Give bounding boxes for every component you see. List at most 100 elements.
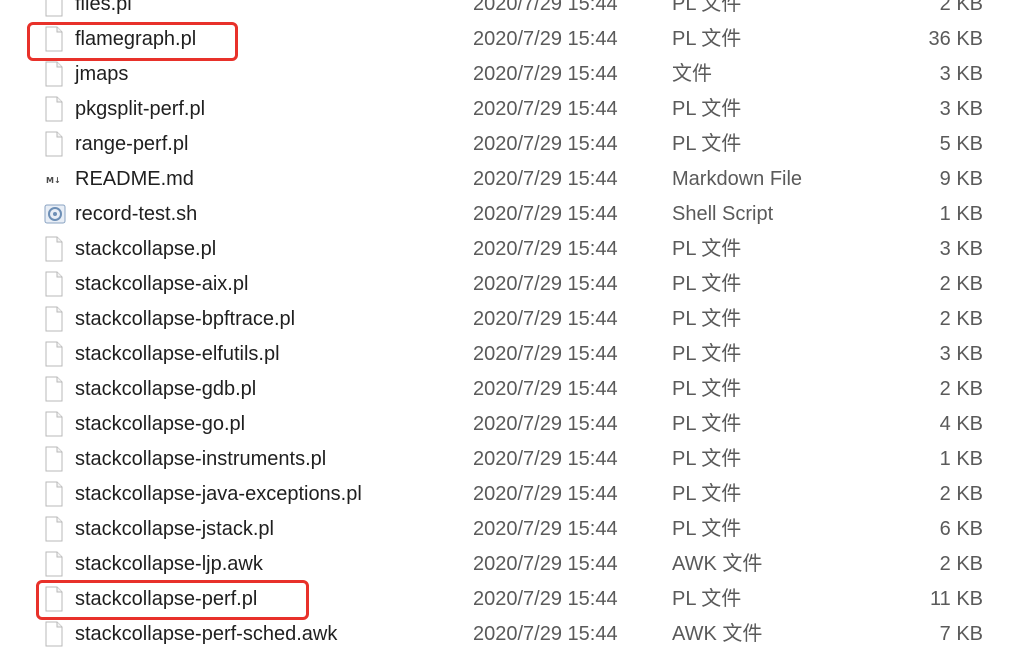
file-icon <box>44 341 64 367</box>
file-date-modified: 2020/7/29 15:44 <box>473 343 618 365</box>
file-name: flamegraph.pl <box>75 28 197 50</box>
file-type: PL 文件 <box>672 448 742 470</box>
file-size: 7 KB <box>939 623 983 645</box>
file-type: AWK 文件 <box>672 623 763 645</box>
file-name: jmaps <box>75 63 129 85</box>
file-date-modified: 2020/7/29 15:44 <box>473 203 618 225</box>
file-type: PL 文件 <box>672 588 742 610</box>
file-icon <box>44 621 64 647</box>
file-type: PL 文件 <box>672 378 742 400</box>
file-row[interactable]: stackcollapse-elfutils.pl 2020/7/29 15:4… <box>0 337 1020 372</box>
file-type: PL 文件 <box>672 238 742 260</box>
file-type: PL 文件 <box>672 413 742 435</box>
file-name: stackcollapse-go.pl <box>75 413 246 435</box>
file-row[interactable]: stackcollapse-aix.pl 2020/7/29 15:44 PL … <box>0 267 1020 302</box>
file-row[interactable]: record-test.sh 2020/7/29 15:44 Shell Scr… <box>0 197 1020 232</box>
file-date-modified: 2020/7/29 15:44 <box>473 308 618 330</box>
file-size: 2 KB <box>939 483 983 505</box>
file-date-modified: 2020/7/29 15:44 <box>473 378 618 400</box>
file-row[interactable]: pkgsplit-perf.pl 2020/7/29 15:44 PL 文件 3… <box>0 92 1020 127</box>
file-list: files.pl 2020/7/29 15:44 PL 文件 2 KB flam… <box>0 0 1020 659</box>
file-date-modified: 2020/7/29 15:44 <box>473 238 618 260</box>
file-size: 2 KB <box>939 273 983 295</box>
file-type: AWK 文件 <box>672 553 763 575</box>
file-size: 3 KB <box>939 98 983 120</box>
file-icon <box>44 0 64 17</box>
file-type: PL 文件 <box>672 483 742 505</box>
file-size: 2 KB <box>939 0 983 15</box>
file-row[interactable]: files.pl 2020/7/29 15:44 PL 文件 2 KB <box>0 0 1020 22</box>
file-size: 1 KB <box>939 203 983 225</box>
file-name: stackcollapse-ljp.awk <box>75 553 263 575</box>
file-icon <box>44 271 64 297</box>
file-name: stackcollapse-elfutils.pl <box>75 343 280 365</box>
file-row[interactable]: stackcollapse-java-exceptions.pl 2020/7/… <box>0 477 1020 512</box>
file-date-modified: 2020/7/29 15:44 <box>473 518 618 540</box>
file-type: PL 文件 <box>672 518 742 540</box>
file-row[interactable]: stackcollapse-go.pl 2020/7/29 15:44 PL 文… <box>0 407 1020 442</box>
file-date-modified: 2020/7/29 15:44 <box>473 413 618 435</box>
file-name: stackcollapse-perf.pl <box>75 588 258 610</box>
file-name: range-perf.pl <box>75 133 189 155</box>
file-icon <box>44 96 64 122</box>
file-name: pkgsplit-perf.pl <box>75 98 206 120</box>
file-icon <box>44 516 64 542</box>
file-date-modified: 2020/7/29 15:44 <box>473 588 618 610</box>
file-name: stackcollapse-perf-sched.awk <box>75 623 338 645</box>
file-icon <box>44 131 64 157</box>
file-icon <box>44 411 64 437</box>
file-date-modified: 2020/7/29 15:44 <box>473 623 618 645</box>
file-row[interactable]: range-perf.pl 2020/7/29 15:44 PL 文件 5 KB <box>0 127 1020 162</box>
file-row[interactable]: jmaps 2020/7/29 15:44 文件 3 KB <box>0 57 1020 92</box>
file-row[interactable]: stackcollapse-instruments.pl 2020/7/29 1… <box>0 442 1020 477</box>
file-date-modified: 2020/7/29 15:44 <box>473 98 618 120</box>
file-size: 9 KB <box>939 168 983 190</box>
file-row[interactable]: stackcollapse-perf-sched.awk 2020/7/29 1… <box>0 617 1020 652</box>
file-size: 6 KB <box>939 518 983 540</box>
file-size: 11 KB <box>930 588 983 610</box>
file-icon <box>44 376 64 402</box>
file-size: 2 KB <box>939 553 983 575</box>
file-date-modified: 2020/7/29 15:44 <box>473 483 618 505</box>
file-size: 5 KB <box>939 133 983 155</box>
file-date-modified: 2020/7/29 15:44 <box>473 273 618 295</box>
file-date-modified: 2020/7/29 15:44 <box>473 448 618 470</box>
file-icon <box>44 61 64 87</box>
file-size: 1 KB <box>939 448 983 470</box>
file-type: PL 文件 <box>672 98 742 120</box>
file-row[interactable]: M↓ README.md 2020/7/29 15:44 Markdown Fi… <box>0 162 1020 197</box>
file-row[interactable]: stackcollapse-ljp.awk 2020/7/29 15:44 AW… <box>0 547 1020 582</box>
file-row[interactable]: stackcollapse-gdb.pl 2020/7/29 15:44 PL … <box>0 372 1020 407</box>
file-icon <box>44 551 64 577</box>
file-type: 文件 <box>672 63 712 85</box>
file-row[interactable]: stackcollapse-jstack.pl 2020/7/29 15:44 … <box>0 512 1020 547</box>
file-date-modified: 2020/7/29 15:44 <box>473 133 618 155</box>
file-icon <box>44 446 64 472</box>
file-name: files.pl <box>75 0 132 15</box>
file-size: 2 KB <box>939 378 983 400</box>
file-icon <box>44 306 64 332</box>
svg-text:M↓: M↓ <box>46 176 61 185</box>
file-icon <box>44 26 64 52</box>
file-row[interactable]: stackcollapse-bpftrace.pl 2020/7/29 15:4… <box>0 302 1020 337</box>
file-size: 3 KB <box>939 238 983 260</box>
file-row[interactable]: stackcollapse-perf.pl 2020/7/29 15:44 PL… <box>0 582 1020 617</box>
file-name: stackcollapse-gdb.pl <box>75 378 257 400</box>
file-row[interactable]: stackcollapse.pl 2020/7/29 15:44 PL 文件 3… <box>0 232 1020 267</box>
markdown-file-icon: M↓ <box>44 166 64 192</box>
file-date-modified: 2020/7/29 15:44 <box>473 63 618 85</box>
file-size: 3 KB <box>939 343 983 365</box>
file-name: stackcollapse-instruments.pl <box>75 448 327 470</box>
file-size: 3 KB <box>939 63 983 85</box>
file-type: PL 文件 <box>672 308 742 330</box>
file-row[interactable]: flamegraph.pl 2020/7/29 15:44 PL 文件 36 K… <box>0 22 1020 57</box>
file-name: stackcollapse.pl <box>75 238 217 260</box>
file-date-modified: 2020/7/29 15:44 <box>473 553 618 575</box>
file-name: stackcollapse-java-exceptions.pl <box>75 483 362 505</box>
file-icon <box>44 586 64 612</box>
file-icon <box>44 481 64 507</box>
file-size: 36 KB <box>928 28 983 50</box>
file-name: README.md <box>75 168 194 190</box>
file-type: Markdown File <box>672 168 803 190</box>
file-type: PL 文件 <box>672 28 742 50</box>
